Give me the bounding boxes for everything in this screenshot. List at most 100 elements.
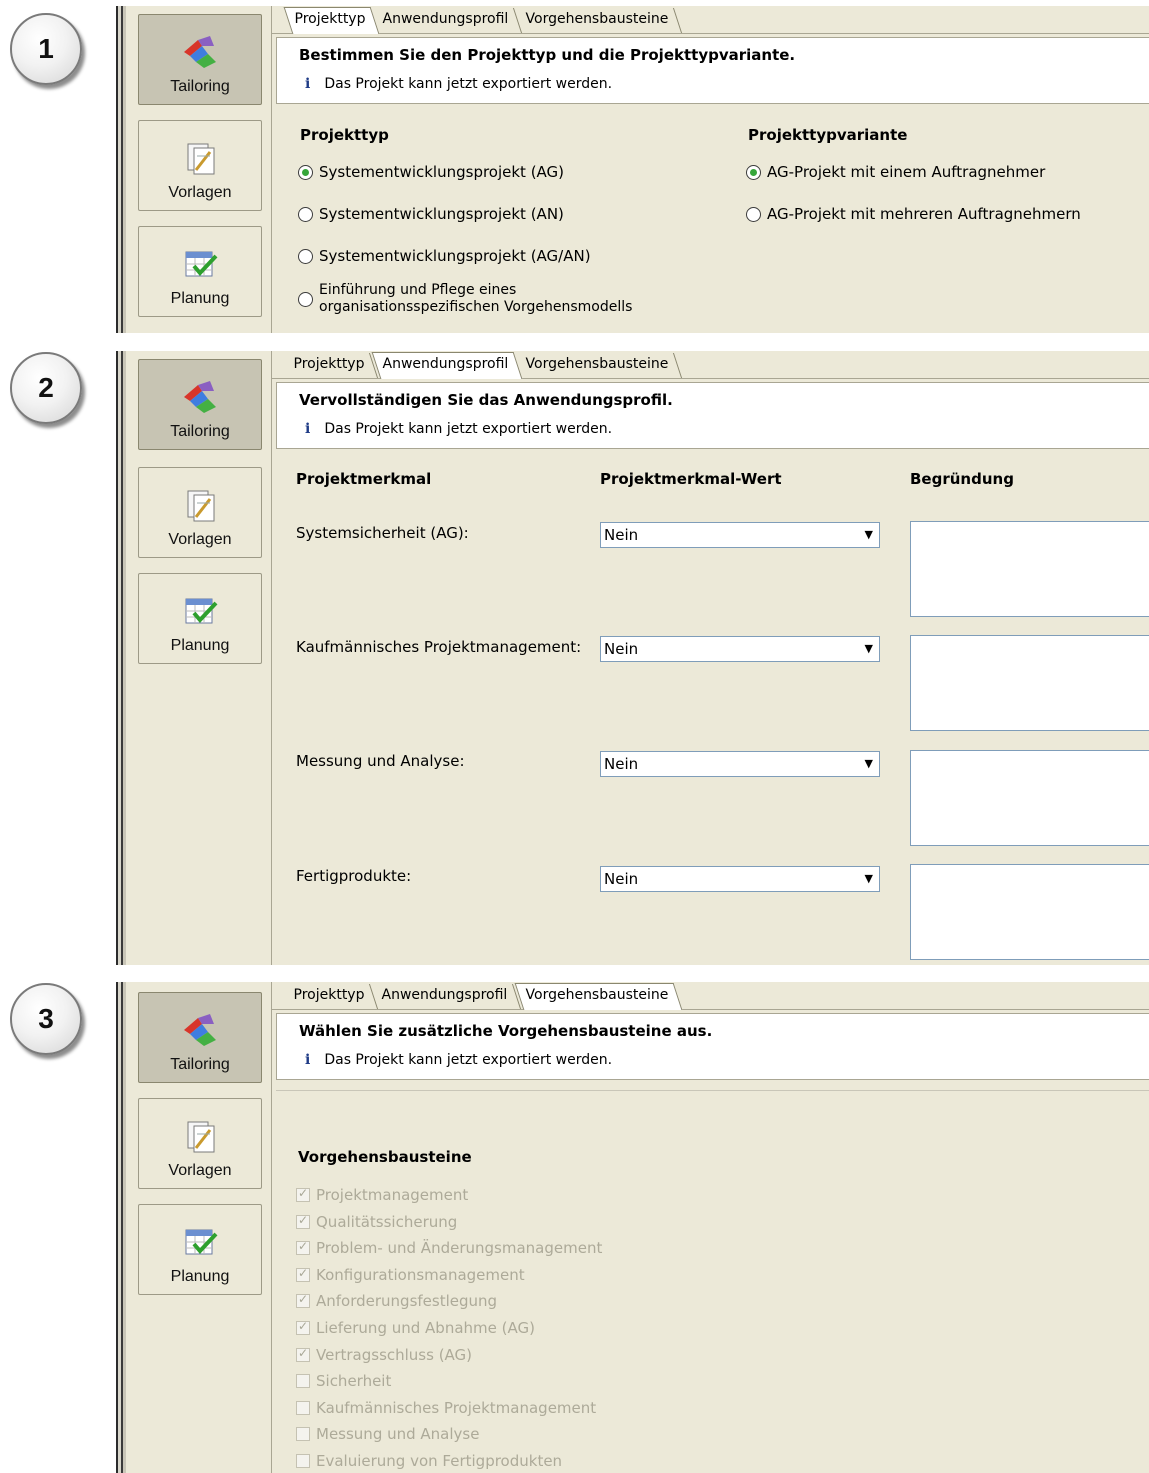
sidebar-tailoring-button[interactable]: Tailoring xyxy=(138,992,262,1083)
checkbox-lieferung-abnahme[interactable]: Lieferung und Abnahme (AG) xyxy=(296,1319,535,1337)
radio-variante-einem[interactable]: AG-Projekt mit einem Auftragnehmer xyxy=(746,163,1045,181)
tab-bar: Projekttyp Anwendungsprofil Vorgehensbau… xyxy=(272,982,1149,1010)
select-kaufmaennisches-pm[interactable]: Nein ▼ xyxy=(600,636,880,662)
checkbox[interactable] xyxy=(296,1292,310,1308)
tailoring-icon xyxy=(184,36,216,68)
checkbox[interactable] xyxy=(296,1213,310,1229)
radio-button[interactable] xyxy=(746,206,761,222)
checkbox[interactable] xyxy=(296,1427,310,1441)
planning-icon xyxy=(185,1229,218,1255)
header-box: Vervollständigen Sie das Anwendungsprofi… xyxy=(276,382,1149,449)
sidebar-vorlagen-button[interactable]: Vorlagen xyxy=(138,120,262,211)
radio-button[interactable] xyxy=(746,164,761,180)
sidebar-vorlagen-label: Vorlagen xyxy=(168,1162,232,1179)
templates-icon xyxy=(187,1121,215,1153)
radio-projekttyp-ag[interactable]: Systementwicklungsprojekt (AG) xyxy=(298,163,564,181)
sidebar-tailoring-button[interactable]: Tailoring xyxy=(138,359,262,450)
sidebar-vorlagen-button[interactable]: Vorlagen xyxy=(138,467,262,558)
col-projektmerkmal-wert: Projektmerkmal-Wert xyxy=(600,470,782,488)
tab-projekttyp[interactable]: Projekttyp xyxy=(283,353,379,378)
planning-icon xyxy=(185,251,218,277)
select-fertigprodukte[interactable]: Nein ▼ xyxy=(600,866,880,892)
sidebar-planung-button[interactable]: Planung xyxy=(138,226,262,317)
tab-projekttyp[interactable]: Projekttyp xyxy=(283,984,379,1009)
form-area: Projekttyp Projekttypvariante Systementw… xyxy=(276,106,1149,333)
sidebar-planung-button[interactable]: Planung xyxy=(138,1204,262,1295)
sidebar-planung-label: Planung xyxy=(170,637,230,654)
tab-bar: Projekttyp Anwendungsprofil Vorgehensbau… xyxy=(272,351,1149,379)
radio-button[interactable] xyxy=(298,206,313,222)
sidebar-tailoring-label: Tailoring xyxy=(170,1056,230,1073)
info-text: Das Projekt kann jetzt exportiert werden… xyxy=(324,1052,613,1068)
checkbox[interactable] xyxy=(296,1266,310,1282)
tab-vorgehensbausteine[interactable]: Vorgehensbausteine xyxy=(514,983,683,1010)
checkbox-qualitaetssicherung[interactable]: Qualitätssicherung xyxy=(296,1213,457,1231)
radio-projekttyp-ag-an[interactable]: Systementwicklungsprojekt (AG/AN) xyxy=(298,247,591,265)
dropdown-arrow-icon[interactable]: ▼ xyxy=(865,867,873,891)
label-messung-analyse: Messung und Analyse: xyxy=(296,752,465,770)
info-icon: i xyxy=(305,1052,311,1068)
tab-anwendungsprofil[interactable]: Anwendungsprofil xyxy=(372,8,522,33)
sidebar-vorlagen-label: Vorlagen xyxy=(168,531,232,548)
sidebar-planung-label: Planung xyxy=(170,290,230,307)
tab-vorgehensbausteine[interactable]: Vorgehensbausteine xyxy=(515,353,682,378)
sidebar-tailoring-button[interactable]: Tailoring xyxy=(138,14,262,105)
checkbox-kaufmaennisches-pm[interactable]: Kaufmännisches Projektmanagement xyxy=(296,1399,596,1417)
tab-vorgehensbausteine[interactable]: Vorgehensbausteine xyxy=(515,8,682,33)
checkbox[interactable] xyxy=(296,1401,310,1415)
projekttypvariante-heading: Projekttypvariante xyxy=(748,126,908,144)
col-projektmerkmal: Projektmerkmal xyxy=(296,470,432,488)
panel-projekttyp: Tailoring Vorlagen Planung Projekttyp An… xyxy=(116,6,1149,333)
projekttyp-heading: Projekttyp xyxy=(300,126,389,144)
info-icon: i xyxy=(305,421,311,437)
label-kaufmaennisches-pm: Kaufmännisches Projektmanagement: xyxy=(296,638,582,656)
radio-variante-mehreren[interactable]: AG-Projekt mit mehreren Auftragnehmern xyxy=(746,205,1081,223)
radio-button[interactable] xyxy=(298,291,313,307)
radio-button[interactable] xyxy=(298,164,313,180)
tab-anwendungsprofil[interactable]: Anwendungsprofil xyxy=(371,984,521,1009)
radio-projekttyp-an[interactable]: Systementwicklungsprojekt (AN) xyxy=(298,205,564,223)
checkbox-konfigurationsmanagement[interactable]: Konfigurationsmanagement xyxy=(296,1266,525,1284)
info-text: Das Projekt kann jetzt exportiert werden… xyxy=(324,76,613,92)
checkbox-problem-aenderungsmanagement[interactable]: Problem- und Änderungsmanagement xyxy=(296,1239,602,1257)
sidebar-tailoring-label: Tailoring xyxy=(170,423,230,440)
textarea-begruendung-messung-analyse[interactable] xyxy=(910,750,1149,846)
page-title: Wählen Sie zusätzliche Vorgehensbaustein… xyxy=(299,1022,713,1040)
sidebar-tailoring-label: Tailoring xyxy=(170,78,230,95)
select-systemsicherheit[interactable]: Nein ▼ xyxy=(600,522,880,548)
checkbox[interactable] xyxy=(296,1346,310,1362)
checkbox-projektmanagement[interactable]: Projektmanagement xyxy=(296,1186,468,1204)
radio-button[interactable] xyxy=(298,248,313,264)
info-message: i Das Projekt kann jetzt exportiert werde… xyxy=(305,1052,612,1068)
textarea-begruendung-fertigprodukte[interactable] xyxy=(910,864,1149,960)
tab-projekttyp[interactable]: Projekttyp xyxy=(283,7,380,34)
col-begruendung: Begründung xyxy=(910,470,1014,488)
checkbox[interactable] xyxy=(296,1239,310,1255)
checkbox-messung-analyse[interactable]: Messung und Analyse xyxy=(296,1425,479,1443)
form-area: Projektmerkmal Projektmerkmal-Wert Begrü… xyxy=(276,451,1149,965)
header-box: Bestimmen Sie den Projekttyp und die Pro… xyxy=(276,37,1149,104)
templates-icon xyxy=(187,490,215,522)
checkbox[interactable] xyxy=(296,1454,310,1468)
textarea-begruendung-kaufmaennisches-pm[interactable] xyxy=(910,635,1149,731)
sidebar-planung-button[interactable]: Planung xyxy=(138,573,262,664)
checkbox-evaluierung-fertigprodukte[interactable]: Evaluierung von Fertigprodukten xyxy=(296,1452,562,1470)
checkbox-anforderungsfestlegung[interactable]: Anforderungsfestlegung xyxy=(296,1292,497,1310)
dropdown-arrow-icon[interactable]: ▼ xyxy=(865,523,873,547)
dropdown-arrow-icon[interactable]: ▼ xyxy=(865,752,873,776)
select-messung-analyse[interactable]: Nein ▼ xyxy=(600,751,880,777)
tab-anwendungsprofil[interactable]: Anwendungsprofil xyxy=(371,352,523,379)
header-box: Wählen Sie zusätzliche Vorgehensbaustein… xyxy=(276,1013,1149,1080)
checkbox[interactable] xyxy=(296,1319,310,1335)
content-area: Projekttyp Anwendungsprofil Vorgehensbau… xyxy=(272,982,1149,1473)
textarea-begruendung-systemsicherheit[interactable] xyxy=(910,521,1149,617)
tailoring-icon xyxy=(184,381,216,413)
checkbox-sicherheit[interactable]: Sicherheit xyxy=(296,1372,391,1390)
dropdown-arrow-icon[interactable]: ▼ xyxy=(865,637,873,661)
checkbox[interactable] xyxy=(296,1186,310,1202)
checkbox-vertragsschluss[interactable]: Vertragsschluss (AG) xyxy=(296,1346,472,1364)
sidebar-vorlagen-button[interactable]: Vorlagen xyxy=(138,1098,262,1189)
checkbox[interactable] xyxy=(296,1374,310,1388)
radio-projekttyp-einfuehrung[interactable]: Einführung und Pflege eines organisation… xyxy=(298,282,632,316)
label-systemsicherheit: Systemsicherheit (AG): xyxy=(296,524,469,542)
